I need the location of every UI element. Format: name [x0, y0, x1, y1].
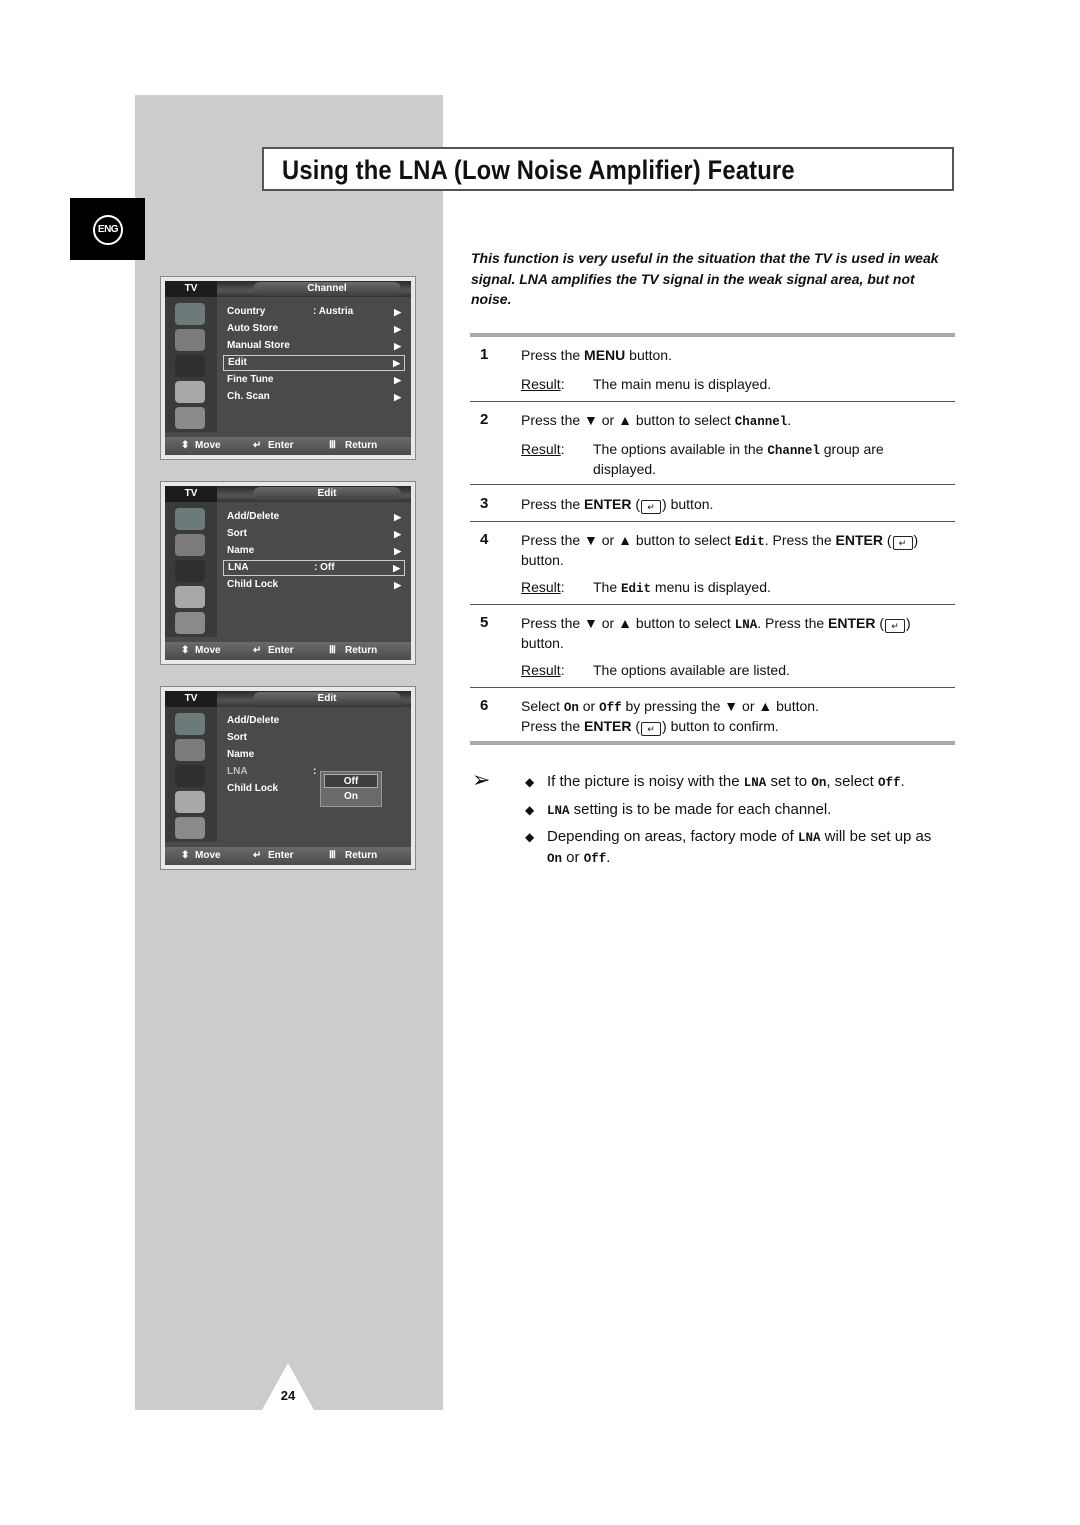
arrow-right-icon: ▶ [394, 529, 401, 539]
osd-item-add-delete[interactable]: Add/Delete ▶ [223, 509, 405, 525]
enter-icon: ↵ [641, 722, 662, 736]
arrow-right-icon: ▶ [394, 307, 401, 317]
osd-item-sort[interactable]: Sort ▶ [223, 526, 405, 542]
enter-icon: ↵ [885, 619, 906, 633]
osd-tv-label: TV [165, 691, 217, 707]
enter-icon: ↵ [892, 536, 913, 550]
enter-icon: ↵ [641, 500, 662, 514]
osd-item-child-lock[interactable]: Child Lock ▶ [223, 577, 405, 593]
channel-icon [175, 560, 205, 582]
osd-item-sort[interactable]: Sort [223, 730, 405, 746]
osd-menu-edit: TV Edit Add/Delete ▶ Sort ▶ Name ▶ LNA :… [160, 481, 416, 665]
osd-footer: ⬍ Move ↵ Enter Ⅲ Return [165, 847, 411, 865]
osd-item-name[interactable]: Name ▶ [223, 543, 405, 559]
picture-icon [175, 303, 205, 325]
divider [470, 604, 955, 605]
osd-menu-edit-lna-popup: TV Edit Add/Delete Sort Name LNA : Child… [160, 686, 416, 870]
language-badge: ENG [70, 198, 145, 260]
osd-item-fine-tune[interactable]: Fine Tune ▶ [223, 372, 405, 388]
osd-item-country[interactable]: Country : Austria ▶ [223, 304, 405, 320]
osd-icon-strip [165, 297, 217, 432]
setup-icon [175, 381, 205, 403]
setup-icon [175, 586, 205, 608]
sound-icon [175, 329, 205, 351]
input-icon [175, 817, 205, 839]
arrow-right-icon: ▶ [393, 358, 400, 368]
osd-tv-label: TV [165, 486, 217, 502]
sound-icon [175, 739, 205, 761]
bullet-icon: ◆ [525, 803, 535, 817]
enter-icon: ↵ [253, 850, 262, 861]
intro-paragraph: This function is very useful in the situ… [471, 250, 939, 307]
arrow-right-icon: ▶ [394, 324, 401, 334]
page-title-box: Using the LNA (Low Noise Amplifier) Feat… [262, 147, 954, 191]
arrow-right-icon: ▶ [394, 341, 401, 351]
channel-icon [175, 765, 205, 787]
updown-icon: ⬍ [181, 850, 190, 861]
updown-icon: ⬍ [181, 440, 190, 451]
divider [470, 484, 955, 485]
arrow-right-icon: ▶ [394, 580, 401, 590]
divider [470, 333, 955, 337]
osd-menu-channel: TV Channel Country : Austria ▶ Auto Stor… [160, 276, 416, 460]
arrow-right-icon: ▶ [394, 512, 401, 522]
divider [470, 741, 955, 745]
osd-header: Edit [253, 487, 401, 501]
picture-icon [175, 508, 205, 530]
osd-item-edit[interactable]: Edit ▶ [223, 355, 405, 371]
osd-header: Edit [253, 692, 401, 706]
osd-footer: ⬍ Move ↵ Enter Ⅲ Return [165, 437, 411, 455]
osd-item-manual-store[interactable]: Manual Store ▶ [223, 338, 405, 354]
divider [470, 401, 955, 402]
divider [470, 687, 955, 688]
arrow-right-icon: ▶ [394, 392, 401, 402]
page-title: Using the LNA (Low Noise Amplifier) Feat… [282, 155, 795, 185]
return-icon: Ⅲ [329, 440, 336, 451]
return-icon: Ⅲ [329, 850, 336, 861]
arrow-right-icon: ▶ [394, 546, 401, 556]
osd-item-lna[interactable]: LNA : Off ▶ [223, 560, 405, 576]
divider [470, 521, 955, 522]
input-icon [175, 407, 205, 429]
osd-header: Channel [253, 282, 401, 296]
lna-options-popup: Off On [320, 771, 382, 807]
osd-icon-strip [165, 707, 217, 842]
input-icon [175, 612, 205, 634]
osd-item-auto-store[interactable]: Auto Store ▶ [223, 321, 405, 337]
setup-icon [175, 791, 205, 813]
bullet-icon: ◆ [525, 830, 535, 844]
osd-footer: ⬍ Move ↵ Enter Ⅲ Return [165, 642, 411, 660]
option-off[interactable]: Off [324, 774, 378, 788]
osd-item-name[interactable]: Name [223, 747, 405, 763]
sound-icon [175, 534, 205, 556]
osd-tv-label: TV [165, 281, 217, 297]
page-number: 24 [280, 1388, 296, 1403]
arrow-right-icon: ▶ [393, 563, 400, 573]
enter-icon: ↵ [253, 440, 262, 451]
picture-icon [175, 713, 205, 735]
updown-icon: ⬍ [181, 645, 190, 656]
enter-icon: ↵ [253, 645, 262, 656]
osd-item-add-delete[interactable]: Add/Delete [223, 713, 405, 729]
bullet-icon: ◆ [525, 775, 535, 789]
osd-item-ch-scan[interactable]: Ch. Scan ▶ [223, 389, 405, 405]
channel-icon [175, 355, 205, 377]
osd-icon-strip [165, 502, 217, 637]
return-icon: Ⅲ [329, 645, 336, 656]
note-arrow-icon: ➢ [472, 767, 491, 792]
arrow-right-icon: ▶ [394, 375, 401, 385]
option-on[interactable]: On [324, 790, 378, 804]
eng-icon: ENG [93, 215, 123, 245]
